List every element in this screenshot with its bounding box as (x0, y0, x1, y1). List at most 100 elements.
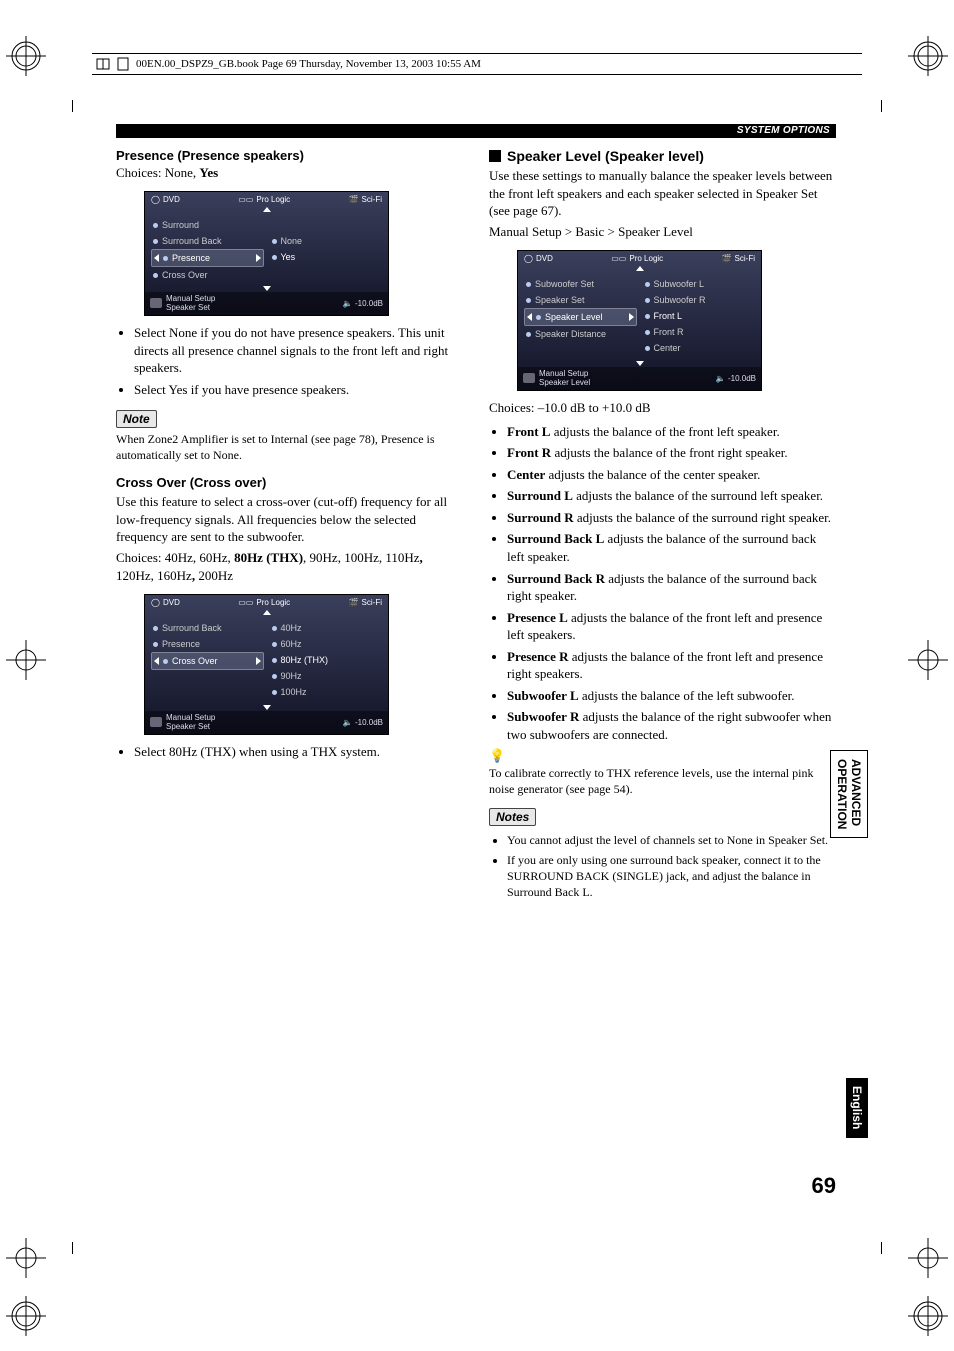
arrow-down-icon (263, 705, 271, 710)
arrow-down-icon (636, 361, 644, 366)
list-item: Subwoofer L adjusts the balance of the l… (507, 687, 836, 705)
osd-option: 40Hz (281, 623, 302, 633)
list-item: Presence R adjusts the balance of the fr… (507, 648, 836, 683)
osd-option: Front L (654, 311, 683, 321)
film-icon: 🎬 (722, 254, 732, 263)
osd-option: 80Hz (THX) (281, 655, 329, 665)
osd-breadcrumb: Speaker Set (166, 722, 215, 731)
text: adjusts the balance of the front left sp… (550, 424, 779, 439)
presence-bullets: Select None if you do not have presence … (134, 324, 463, 398)
speaker-level-path: Manual Setup > Basic > Speaker Level (489, 223, 836, 241)
presence-choices: Choices: None, Yes (116, 165, 463, 181)
square-bullet-icon (489, 150, 501, 162)
crop-tick-icon (881, 1242, 882, 1254)
osd-option: 90Hz (281, 671, 302, 681)
osd-decode: Pro Logic (256, 195, 290, 204)
notes-label: Notes (489, 808, 536, 826)
tip-body: To calibrate correctly to THX reference … (489, 766, 836, 797)
text: adjusts the balance of the center speake… (545, 467, 760, 482)
crossover-heading: Cross Over (Cross over) (116, 475, 463, 490)
arrow-right-icon (629, 313, 634, 321)
osd-footer: Manual SetupSpeaker Set 🔈 -10.0dB (145, 292, 388, 315)
text-bold: Presence R (507, 649, 568, 664)
text: adjusts the balance of the left subwoofe… (579, 688, 795, 703)
text: adjusts the balance of the front right s… (551, 445, 787, 460)
crop-tick-icon (881, 100, 882, 112)
note-body: When Zone2 Amplifier is set to Internal … (116, 432, 463, 463)
speaker-level-bullets: Front L adjusts the balance of the front… (507, 423, 836, 744)
osd-footer: Manual SetupSpeaker Level 🔈 -10.0dB (518, 367, 761, 390)
side-tabs: ADVANCEDOPERATION English (830, 750, 868, 1138)
list-item: Surround Back L adjusts the balance of t… (507, 530, 836, 565)
notes-list: You cannot adjust the level of channels … (507, 832, 836, 901)
osd-menu-list: Surround Surround Back Presence Cross Ov… (151, 217, 264, 283)
osd-presence: ◯DVD ▭▭ Pro Logic 🎬Sci-Fi Surround Surro… (144, 191, 389, 316)
text: 120Hz, 160Hz (116, 568, 192, 583)
book-header: 00EN.00_DSPZ9_GB.book Page 69 Thursday, … (92, 53, 862, 75)
osd-breadcrumb: Speaker Level (539, 378, 590, 387)
text-bold: Subwoofer R (507, 709, 579, 724)
content-area: SYSTEM OPTIONS Presence (Presence speake… (116, 124, 836, 904)
osd-item: Cross Over (162, 270, 208, 280)
arrow-up-icon (263, 207, 271, 212)
osd-decode: Pro Logic (629, 254, 663, 263)
arrow-left-icon (154, 254, 159, 262)
speaker-icon: 🔈 (343, 299, 353, 308)
section-bar-text: SYSTEM OPTIONS (737, 125, 830, 136)
speaker-icon: 🔈 (343, 718, 353, 727)
list-item: Select None if you do not have presence … (134, 324, 463, 377)
osd-option: Front R (654, 327, 684, 337)
list-item: Surround L adjusts the balance of the su… (507, 487, 836, 505)
osd-source: DVD (163, 195, 180, 204)
registration-mark-icon (908, 1238, 948, 1278)
osd-item-selected: Cross Over (172, 656, 218, 666)
text-bold: Surround Back L (507, 531, 604, 546)
osd-breadcrumb: Manual Setup (166, 294, 215, 303)
osd-source: DVD (536, 254, 553, 263)
osd-header: ◯DVD ▭▭ Pro Logic 🎬Sci-Fi (145, 192, 388, 206)
list-item: Select Yes if you have presence speakers… (134, 381, 463, 399)
osd-option: 100Hz (281, 687, 307, 697)
speaker-level-heading: Speaker Level (Speaker level) (489, 148, 836, 164)
arrow-down-icon (263, 286, 271, 291)
left-column: Presence (Presence speakers) Choices: No… (116, 148, 463, 904)
list-item: Center adjusts the balance of the center… (507, 466, 836, 484)
osd-options: Subwoofer L Subwoofer R Front L Front R … (643, 276, 756, 358)
arrow-up-icon (263, 610, 271, 615)
list-item: Presence L adjusts the balance of the fr… (507, 609, 836, 644)
osd-breadcrumb: Manual Setup (166, 713, 215, 722)
osd-option: Subwoofer R (654, 295, 706, 305)
osd-options: 40Hz 60Hz 80Hz (THX) 90Hz 100Hz (270, 620, 383, 702)
crop-tick-icon (72, 100, 73, 112)
speaker-icon: 🔈 (716, 374, 726, 383)
disc-icon: ◯ (151, 598, 160, 607)
crossover-choices: Choices: 40Hz, 60Hz, 80Hz (THX), 90Hz, 1… (116, 549, 463, 584)
text-bold: Front L (507, 424, 550, 439)
text: 200Hz (198, 568, 233, 583)
registration-mark-icon (908, 1296, 948, 1336)
dolby-icon: ▭▭ (611, 254, 626, 263)
breadcrumb-icon (150, 717, 162, 727)
registration-mark-icon (6, 36, 46, 76)
list-item: If you are only using one surround back … (507, 852, 836, 901)
book-header-text: 00EN.00_DSPZ9_GB.book Page 69 Thursday, … (136, 58, 481, 70)
speaker-level-choices: Choices: –10.0 dB to +10.0 dB (489, 399, 836, 417)
osd-volume: -10.0dB (728, 374, 756, 383)
page-number: 69 (812, 1173, 836, 1199)
osd-item: Surround (162, 220, 199, 230)
text-bold: Presence L (507, 610, 568, 625)
dolby-icon: ▭▭ (238, 195, 253, 204)
list-item: You cannot adjust the level of channels … (507, 832, 836, 848)
tip-icon: 💡 (489, 749, 836, 762)
right-column: Speaker Level (Speaker level) Use these … (489, 148, 836, 904)
text-bold: Yes (199, 165, 218, 180)
osd-decode: Pro Logic (256, 598, 290, 607)
registration-mark-icon (6, 640, 46, 680)
arrow-right-icon (256, 254, 261, 262)
osd-header: ◯DVD ▭▭ Pro Logic 🎬Sci-Fi (518, 251, 761, 265)
film-icon: 🎬 (349, 195, 359, 204)
osd-menu-list: Subwoofer Set Speaker Set Speaker Level … (524, 276, 637, 358)
speaker-level-intro: Use these settings to manually balance t… (489, 167, 836, 220)
breadcrumb-icon (150, 298, 162, 308)
osd-menu-list: Surround Back Presence Cross Over (151, 620, 264, 702)
